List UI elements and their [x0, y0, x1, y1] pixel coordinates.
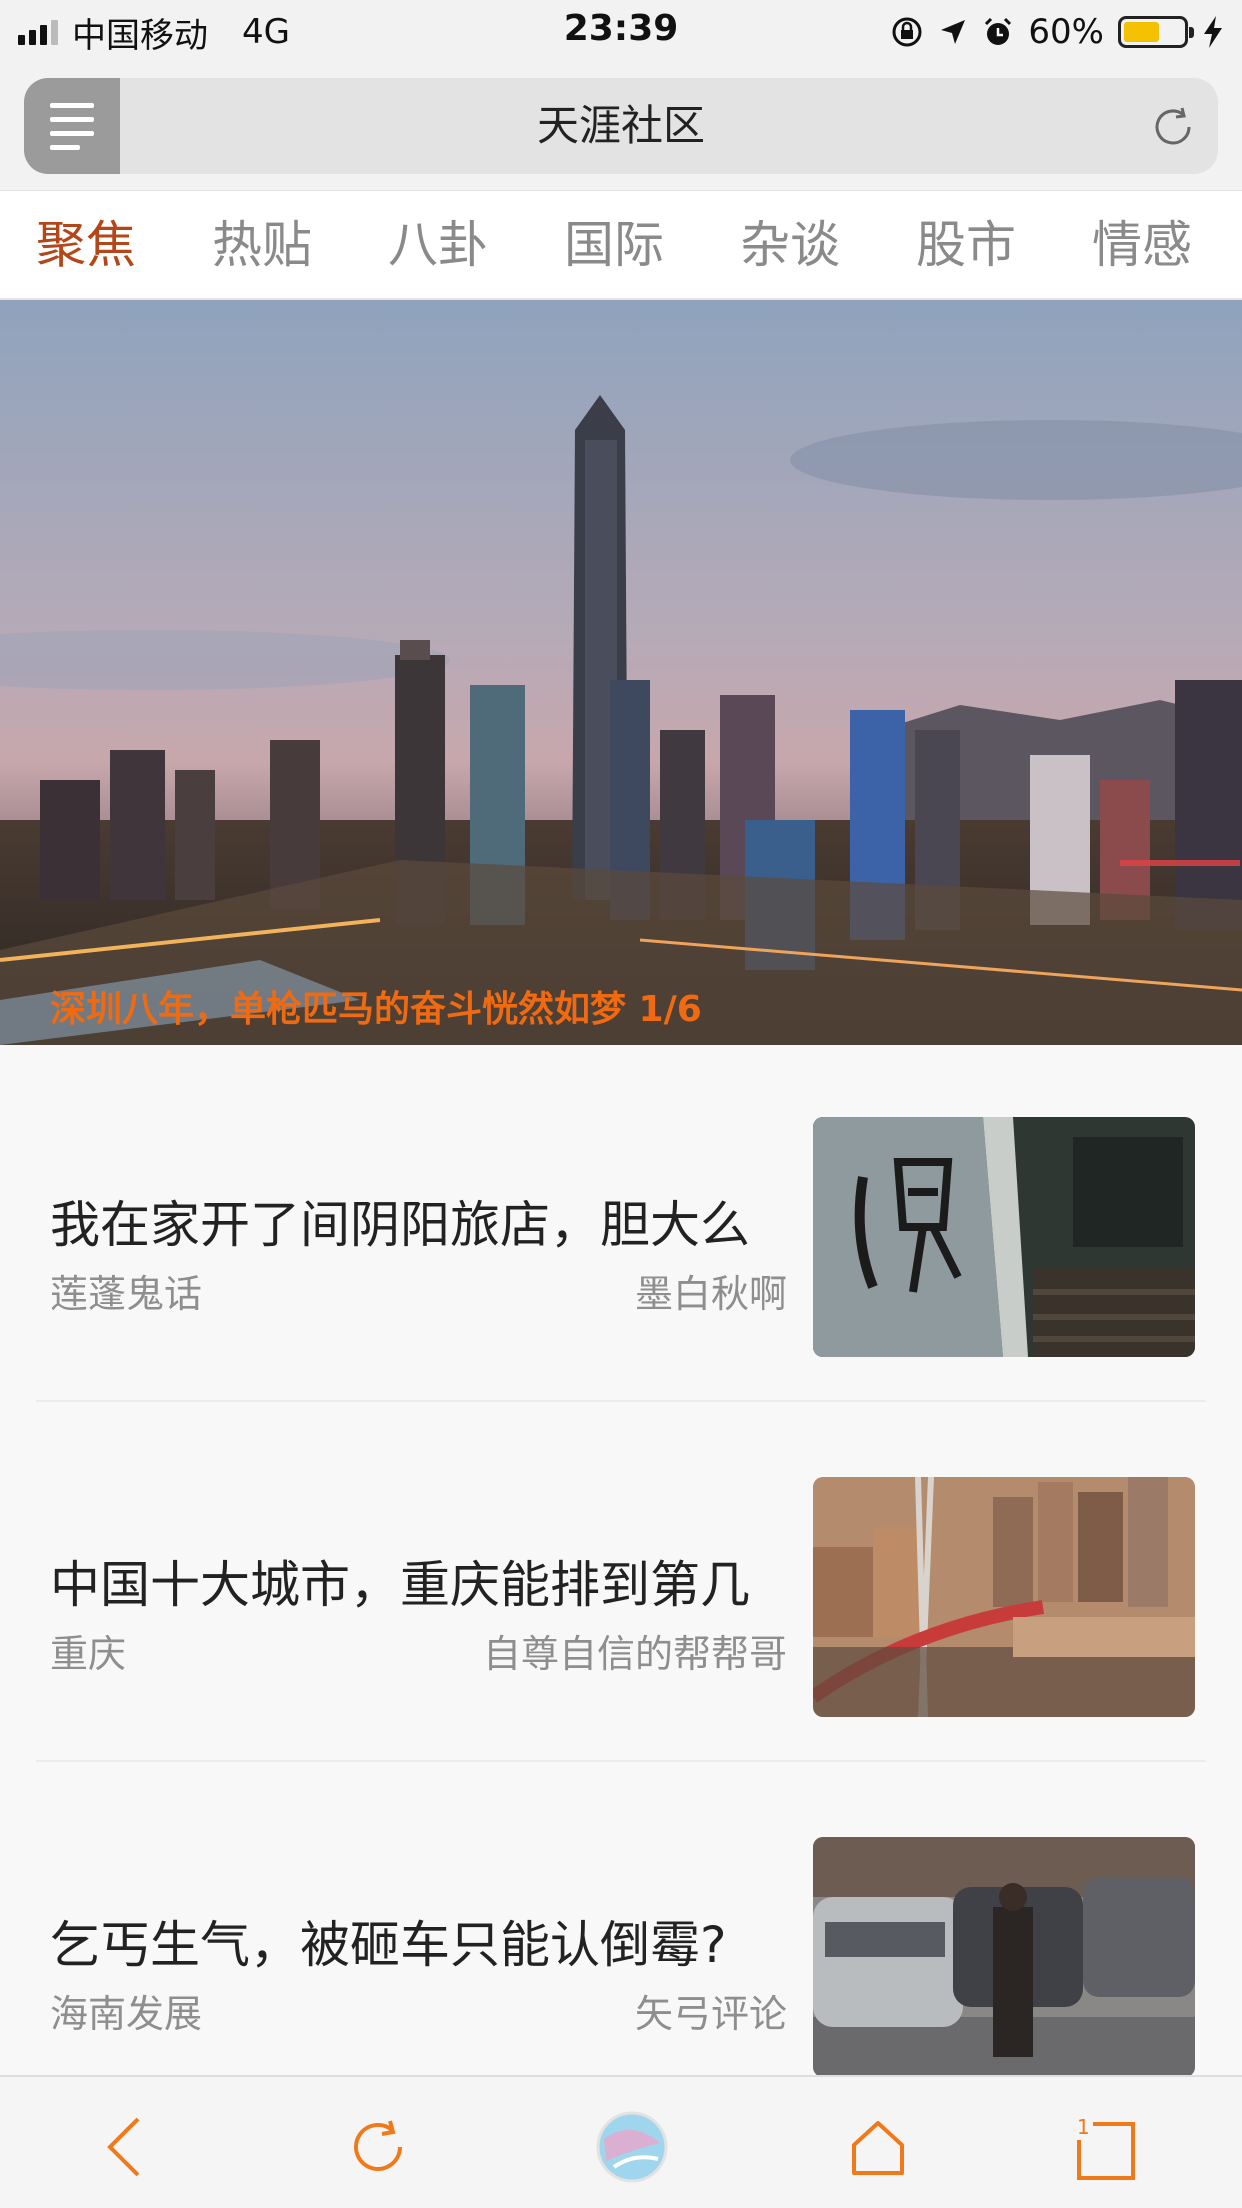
refresh-icon [354, 2120, 402, 2171]
status-bar: 中国移动 4G 23:39 60% [0, 0, 1242, 64]
home-button[interactable] [828, 2097, 928, 2197]
post-title[interactable]: 中国十大城市，重庆能排到第几 [50, 1545, 750, 1617]
tab-gossip[interactable]: 八卦 [388, 191, 488, 299]
featured-banner[interactable]: 深圳八年，单枪匹马的奋斗恍然如梦 1/6 [0, 300, 1242, 1045]
post-author: 墨白秋啊 [634, 1272, 787, 1316]
post-board: 重庆 [50, 1632, 127, 1676]
charging-bolt-icon [1204, 16, 1222, 48]
post-board: 莲蓬鬼话 [50, 1272, 203, 1316]
street-cars-image [813, 1837, 1195, 2077]
app-home-button[interactable] [582, 2097, 682, 2197]
menu-icon-line [50, 144, 80, 150]
page-title: 天涯社区 [536, 101, 705, 150]
location-arrow-icon [941, 20, 966, 44]
post-thumbnail[interactable] [813, 1837, 1195, 2077]
bottom-toolbar: 1 [0, 2075, 1242, 2208]
post-title[interactable]: 我在家开了间阴阳旅店，胆大么 [50, 1185, 750, 1257]
menu-icon-line [50, 130, 94, 136]
list-item[interactable]: 中国十大城市，重庆能排到第几 重庆 自尊自信的帮帮哥 [0, 1405, 1242, 1765]
back-icon [107, 2117, 140, 2177]
title-bar: 天涯社区 [0, 64, 1242, 190]
alarm-icon [985, 17, 1012, 45]
post-author: 自尊自信的帮帮哥 [482, 1632, 787, 1676]
tab-focus[interactable]: 聚焦 [36, 191, 136, 299]
list-item[interactable]: 乞丐生气，被砸车只能认倒霉? 海南发展 矢弓评论 [0, 1765, 1242, 2125]
tab-hot-posts[interactable]: 热贴 [212, 191, 312, 299]
tab-stocks[interactable]: 股市 [916, 191, 1016, 299]
post-thumbnail[interactable] [813, 1117, 1195, 1357]
reload-icon[interactable] [1148, 102, 1198, 152]
post-title[interactable]: 乞丐生气，被砸车只能认倒霉? [50, 1905, 727, 1977]
home-icon [852, 2121, 904, 2175]
ghost-stairs-image [813, 1117, 1195, 1357]
battery-icon [1118, 16, 1194, 48]
back-button[interactable] [74, 2097, 174, 2197]
tabs-icon: 1 [1077, 2115, 1135, 2180]
banner-image [0, 300, 1242, 1045]
address-bar[interactable]: 天涯社区 [24, 78, 1218, 174]
post-feed: 我在家开了间阴阳旅店，胆大么 莲蓬鬼话 墨白秋啊 中国十大城市，重庆能排到第几 … [0, 1045, 1242, 2077]
post-author: 矢弓评论 [634, 1992, 787, 2036]
tabs-button[interactable]: 1 [1056, 2097, 1156, 2197]
divider [36, 1400, 1206, 1402]
divider [36, 1760, 1206, 1762]
menu-icon [50, 102, 94, 108]
rotation-lock-icon [892, 17, 922, 47]
tab-misc-talk[interactable]: 杂谈 [740, 191, 840, 299]
battery-percent: 60% [1028, 12, 1104, 52]
list-item[interactable]: 我在家开了间阴阳旅店，胆大么 莲蓬鬼话 墨白秋啊 [0, 1045, 1242, 1405]
chongqing-bridge-image [813, 1477, 1195, 1717]
tab-international[interactable]: 国际 [564, 191, 664, 299]
tab-emotion[interactable]: 情感 [1092, 191, 1192, 299]
app-logo-icon [596, 2111, 668, 2183]
refresh-button[interactable] [328, 2097, 428, 2197]
post-thumbnail[interactable] [813, 1477, 1195, 1717]
category-tabs: 聚焦 热贴 八卦 国际 杂谈 股市 情感 [0, 190, 1242, 300]
menu-icon-line [50, 116, 94, 122]
banner-caption: 深圳八年，单枪匹马的奋斗恍然如梦 1/6 [50, 989, 702, 1030]
post-board: 海南发展 [50, 1992, 203, 2036]
menu-button[interactable] [24, 78, 120, 174]
tabs-count: 1 [1077, 2115, 1090, 2139]
